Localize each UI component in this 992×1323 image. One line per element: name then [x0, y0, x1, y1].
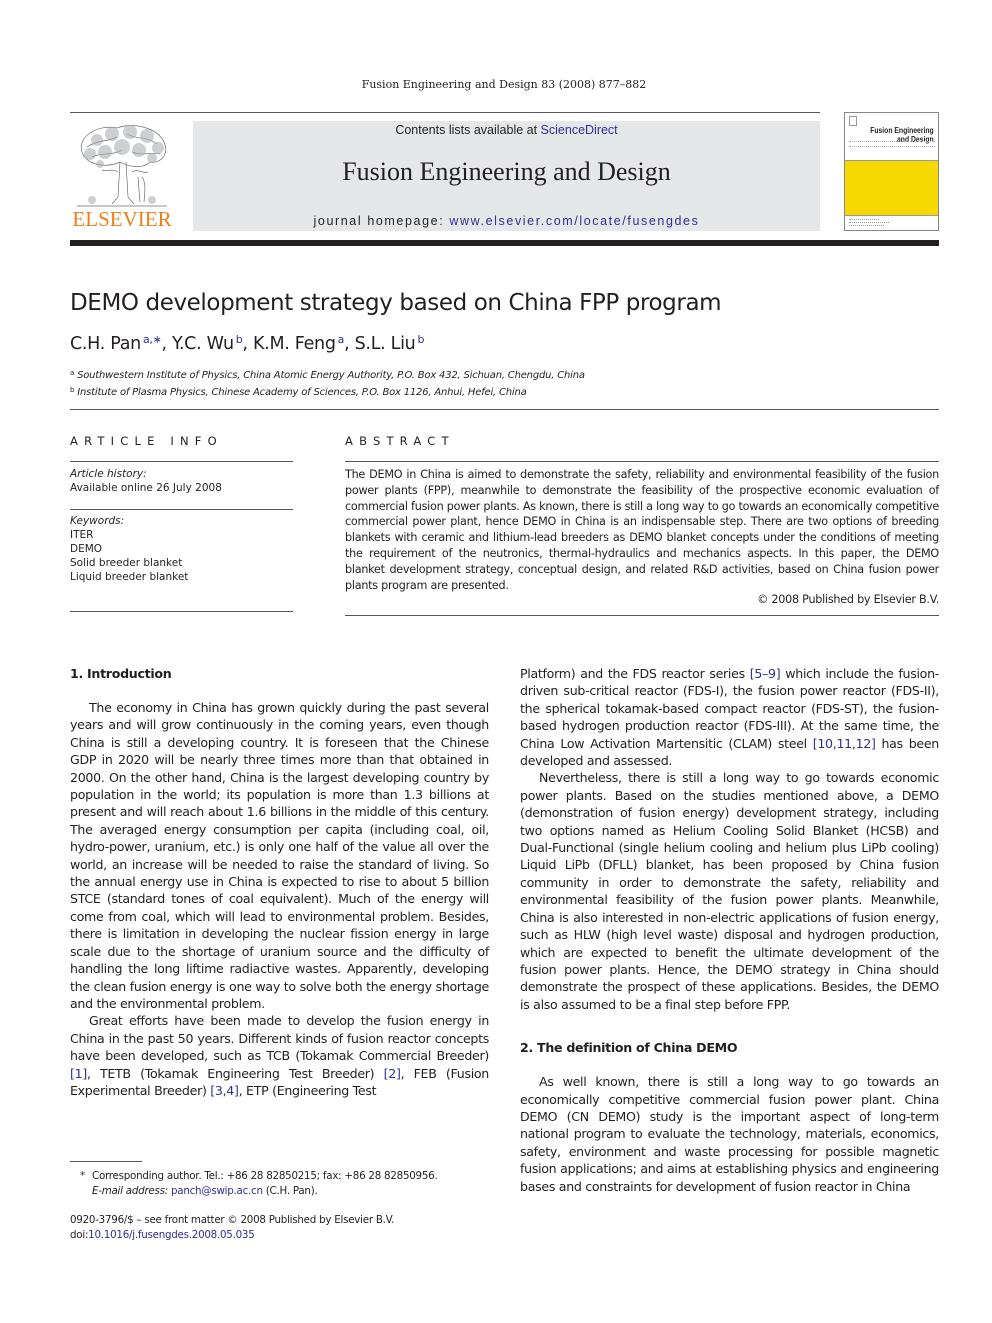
elsevier-wordmark: ELSEVIER: [72, 207, 172, 231]
footnotes: * Corresponding author. Tel.: +86 28 8285…: [80, 1169, 438, 1198]
corresponding-author-note: * Corresponding author. Tel.: +86 28 8285…: [80, 1169, 438, 1184]
history-label: Article history:: [70, 468, 147, 480]
affiliation-mark: b: [70, 386, 75, 394]
keyword-item[interactable]: Solid breeder blanket: [70, 556, 293, 570]
author-affiliation-mark[interactable]: b: [417, 333, 424, 346]
cover-header: Fusion Engineering and Design: [845, 113, 938, 159]
contents-line: Contents lists available at ScienceDirec…: [193, 123, 820, 137]
article-title: DEMO development strategy based on China…: [70, 290, 722, 316]
body-column-right: Platform) and the FDS reactor series [5–…: [520, 665, 939, 1195]
corresponding-text: Corresponding author. Tel.: +86 28 82850…: [92, 1170, 438, 1182]
author-list: C.H. Pan a,∗, Y.C. Wu b, K.M. Feng a, S.L. …: [70, 333, 425, 354]
journal-name: Fusion Engineering and Design: [342, 157, 671, 186]
citation-link[interactable]: [5–9]: [750, 666, 781, 681]
doi-prefix: doi:: [70, 1228, 89, 1241]
divider: [345, 615, 939, 617]
paragraph-text: , ETP (Engineering Test: [238, 1082, 377, 1098]
footnote-rule: [70, 1161, 142, 1162]
paragraph-text: , TETB (Tokamak Engineering Test Breeder…: [86, 1065, 384, 1081]
email-label: E-mail address:: [92, 1184, 168, 1197]
divider: [70, 461, 293, 462]
keyword-item[interactable]: DEMO: [70, 542, 293, 556]
section-heading: 1. Introduction: [70, 666, 172, 681]
abstract-copyright: © 2008 Published by Elsevier B.V.: [757, 593, 939, 607]
issn-line: 0920-3796/$ – see front matter © 2008 Pu…: [70, 1214, 395, 1226]
keyword-item[interactable]: ITER: [70, 528, 293, 542]
email-note: E-mail address: panch@swip.ac.cn (C.H. P…: [80, 1184, 438, 1199]
abstract-text: The DEMO in China is aimed to demonstrat…: [345, 468, 939, 592]
journal-masthead: Contents lists available at ScienceDirec…: [193, 121, 820, 231]
paragraph: Great efforts have been made to develop …: [70, 1012, 489, 1100]
citation-link[interactable]: [2]: [384, 1066, 401, 1081]
contents-prefix: Contents lists available at: [395, 123, 541, 137]
affiliations: a Southwestern Institute of Physics, Chin…: [70, 366, 585, 400]
running-head: Fusion Engineering and Design 83 (2008) …: [361, 78, 647, 91]
sciencedirect-link[interactable]: ScienceDirect: [541, 123, 618, 137]
abstract-panel: ABSTRACT The DEMO in China is aimed to d…: [345, 434, 939, 617]
author-name[interactable]: K.M. Feng: [253, 334, 336, 354]
cover-yellow-panel: [845, 160, 938, 216]
author-name[interactable]: Y.C. Wu: [172, 334, 234, 354]
paragraph-text: Platform) and the FDS reactor series: [520, 666, 750, 681]
abstract-heading: ABSTRACT: [345, 434, 455, 448]
keywords-label: Keywords:: [70, 515, 125, 527]
section-heading: 2. The definition of China DEMO: [520, 1040, 738, 1056]
paragraph: As well known, there is still a long way…: [520, 1074, 939, 1194]
article-info-heading: ARTICLE INFO: [70, 434, 223, 448]
citation-link[interactable]: [1]: [70, 1066, 87, 1081]
doi-link[interactable]: 10.1016/j.fusengdes.2008.05.035: [88, 1229, 255, 1241]
publisher-logo[interactable]: ELSEVIER: [70, 120, 174, 232]
affiliation-mark: a: [70, 369, 75, 377]
cover-subtitle-lines: [849, 141, 935, 147]
article-info-panel: ARTICLE INFO Article history: Available …: [70, 434, 293, 612]
history-value: Available online 26 July 2008: [70, 482, 222, 494]
elsevier-tree-icon: [77, 125, 167, 207]
divider: [345, 461, 939, 462]
footnote-star: *: [80, 1170, 85, 1182]
doi-line: doi:10.1016/j.fusengdes.2008.05.035: [70, 1228, 394, 1243]
cover-footer: [849, 219, 889, 226]
journal-homepage-link[interactable]: www.elsevier.com/locate/fusengdes: [449, 214, 699, 228]
journal-cover-thumbnail[interactable]: Fusion Engineering and Design: [844, 112, 939, 231]
affiliation-item: a Southwestern Institute of Physics, Chin…: [70, 366, 585, 383]
author-name[interactable]: S.L. Liu: [355, 334, 416, 354]
paragraph-continued: Platform) and the FDS reactor series [5–…: [520, 665, 939, 769]
header-rule: [70, 409, 939, 410]
cover-logo-icon: [849, 116, 857, 126]
homepage-prefix: journal homepage:: [313, 214, 450, 228]
citation-link[interactable]: [3,4]: [210, 1083, 239, 1098]
paragraph: Nevertheless, there is still a long way …: [520, 770, 939, 1012]
divider: [70, 509, 293, 510]
divider: [70, 611, 293, 612]
body-column-left: 1. Introduction The economy in China has…: [70, 665, 489, 1100]
top-rule: [70, 112, 820, 113]
homepage-line: journal homepage: www.elsevier.com/locat…: [193, 214, 820, 228]
author-affiliation-mark[interactable]: b: [236, 333, 243, 346]
author-name[interactable]: C.H. Pan: [70, 334, 141, 354]
email-suffix: (C.H. Pan).: [262, 1184, 318, 1197]
affiliation-item: b Institute of Plasma Physics, Chinese Ac…: [70, 383, 585, 400]
cover-title-line1: Fusion Engineering: [870, 126, 934, 135]
paragraph: The economy in China has grown quickly d…: [70, 700, 489, 1011]
author-affiliation-mark[interactable]: a,∗: [143, 333, 162, 346]
paragraph-text: Great efforts have been made to develop …: [70, 1013, 489, 1064]
front-matter: 0920-3796/$ – see front matter © 2008 Pu…: [70, 1213, 394, 1242]
affiliation-text: Institute of Plasma Physics, Chinese Aca…: [77, 387, 527, 398]
email-link[interactable]: panch@swip.ac.cn: [171, 1185, 263, 1197]
keyword-item[interactable]: Liquid breeder blanket: [70, 570, 293, 584]
masthead-thick-rule: [70, 240, 939, 246]
citation-link[interactable]: [10,11,12]: [813, 736, 876, 751]
author-affiliation-mark[interactable]: a: [338, 333, 345, 346]
affiliation-text: Southwestern Institute of Physics, China…: [77, 370, 585, 381]
